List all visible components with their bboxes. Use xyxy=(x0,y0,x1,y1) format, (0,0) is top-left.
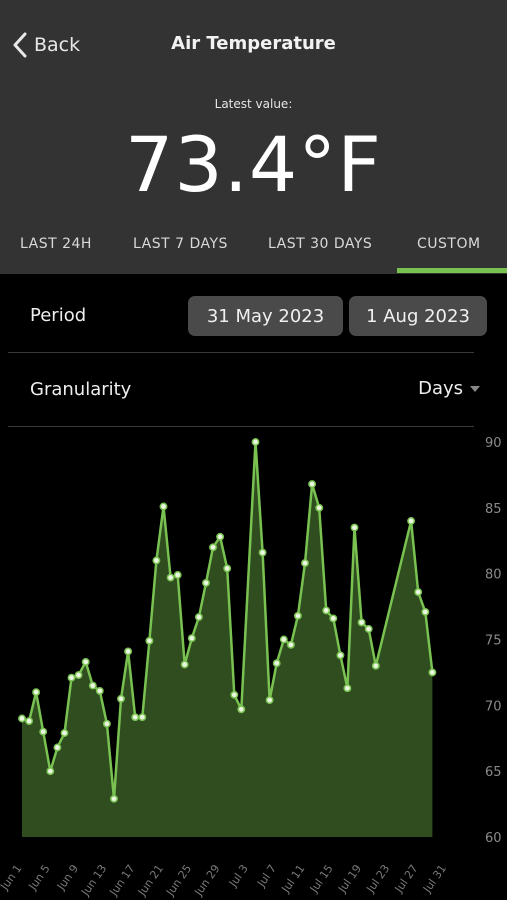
data-point xyxy=(39,727,48,736)
x-tick-label: Jun 1 xyxy=(0,862,24,893)
data-point xyxy=(329,614,338,623)
data-point xyxy=(265,696,274,705)
period-start-button[interactable]: 31 May 2023 xyxy=(188,296,343,336)
data-point xyxy=(194,613,203,622)
x-tick-label: Jul 7 xyxy=(254,862,279,890)
x-tick-label: Jun 29 xyxy=(191,862,222,899)
x-tick-label: Jul 19 xyxy=(335,862,364,895)
period-end-button[interactable]: 1 Aug 2023 xyxy=(349,296,487,336)
period-label: Period xyxy=(30,305,87,326)
y-tick-label: 65 xyxy=(485,765,502,780)
data-point xyxy=(237,705,246,714)
data-point xyxy=(88,681,97,690)
tab-custom[interactable]: CUSTOM xyxy=(417,236,481,252)
y-tick-label: 60 xyxy=(485,831,502,846)
data-point xyxy=(407,517,416,525)
data-point xyxy=(322,606,331,615)
data-point xyxy=(46,767,55,776)
data-point xyxy=(371,661,380,670)
data-point xyxy=(67,673,76,682)
data-point xyxy=(74,671,83,680)
x-tick-label: Jun 17 xyxy=(107,862,138,899)
x-tick-label: Jul 27 xyxy=(392,862,421,895)
data-point xyxy=(251,438,260,446)
data-point xyxy=(308,480,317,489)
data-point xyxy=(166,573,175,582)
data-point xyxy=(293,611,302,620)
data-point xyxy=(279,635,288,644)
data-point xyxy=(60,729,69,737)
latest-value-label: Latest value: xyxy=(214,97,293,111)
x-tick-label: Jun 9 xyxy=(54,862,81,893)
tab-last-30-days[interactable]: LAST 30 DAYS xyxy=(268,236,372,252)
data-point xyxy=(286,640,295,649)
data-point xyxy=(350,523,359,532)
y-tick-label: 75 xyxy=(485,634,502,649)
data-point xyxy=(53,743,62,752)
data-point xyxy=(180,660,189,669)
data-point xyxy=(32,688,41,697)
y-tick-label: 80 xyxy=(485,568,502,583)
data-point xyxy=(110,794,118,803)
latest-value: 73.4°F xyxy=(125,120,382,209)
y-tick-label: 85 xyxy=(485,502,502,517)
data-point xyxy=(209,543,217,552)
data-point xyxy=(230,690,239,699)
data-point xyxy=(159,502,168,511)
x-tick-label: Jul 23 xyxy=(363,862,392,895)
data-point xyxy=(95,686,104,695)
data-point xyxy=(336,651,345,660)
data-point xyxy=(18,714,26,723)
tab-last-24h[interactable]: LAST 24H xyxy=(20,236,92,252)
data-point xyxy=(421,607,430,616)
data-point xyxy=(138,713,147,722)
x-tick-label: Jul 31 xyxy=(420,862,449,895)
y-tick-label: 70 xyxy=(485,699,502,714)
data-point xyxy=(315,503,324,512)
temperature-chart: 60 65 70 75 80 85 90 Jun 1 Jun 5 Jun 9Jun 13Jun 1… xyxy=(0,436,502,899)
divider xyxy=(8,426,474,427)
data-point xyxy=(124,647,133,656)
data-point xyxy=(223,564,232,573)
tab-last-7-days[interactable]: LAST 7 DAYS xyxy=(133,236,228,252)
active-tab-indicator xyxy=(397,268,507,273)
granularity-dropdown[interactable]: Days xyxy=(418,378,481,399)
x-tick-label: Jun 13 xyxy=(78,862,109,899)
y-tick-label: 90 xyxy=(485,436,502,451)
data-point xyxy=(145,636,154,645)
x-tick-label: Jun 21 xyxy=(135,862,166,899)
data-point xyxy=(25,717,34,726)
granularity-label: Granularity xyxy=(30,379,132,400)
period-end-text: 1 Aug 2023 xyxy=(366,305,470,327)
data-point xyxy=(202,578,210,587)
data-point xyxy=(216,532,225,541)
data-point xyxy=(414,588,423,597)
header: Back Air Temperature Latest value: 73.4°… xyxy=(0,0,507,274)
divider xyxy=(8,352,474,353)
data-point xyxy=(131,713,140,722)
data-point xyxy=(343,684,352,693)
data-point xyxy=(102,719,111,728)
data-point xyxy=(301,559,309,568)
granularity-value: Days xyxy=(418,378,463,399)
period-start-text: 31 May 2023 xyxy=(206,305,325,327)
caret-down-icon xyxy=(470,385,480,392)
data-point xyxy=(258,548,267,557)
x-tick-label: Jul 15 xyxy=(307,862,336,895)
data-point xyxy=(173,571,182,579)
data-point xyxy=(152,556,161,565)
data-point xyxy=(187,634,196,643)
data-point xyxy=(357,618,366,627)
data-point xyxy=(272,659,281,668)
x-tick-label: Jun 5 xyxy=(26,862,53,893)
page-title: Air Temperature xyxy=(171,33,336,54)
x-tick-label: Jun 25 xyxy=(163,862,194,899)
data-point xyxy=(364,625,373,633)
data-point xyxy=(117,694,125,703)
x-tick-label: Jul 3 xyxy=(226,862,251,890)
data-point xyxy=(428,668,437,677)
data-point xyxy=(81,657,90,666)
x-tick-label: Jul 11 xyxy=(279,862,308,895)
